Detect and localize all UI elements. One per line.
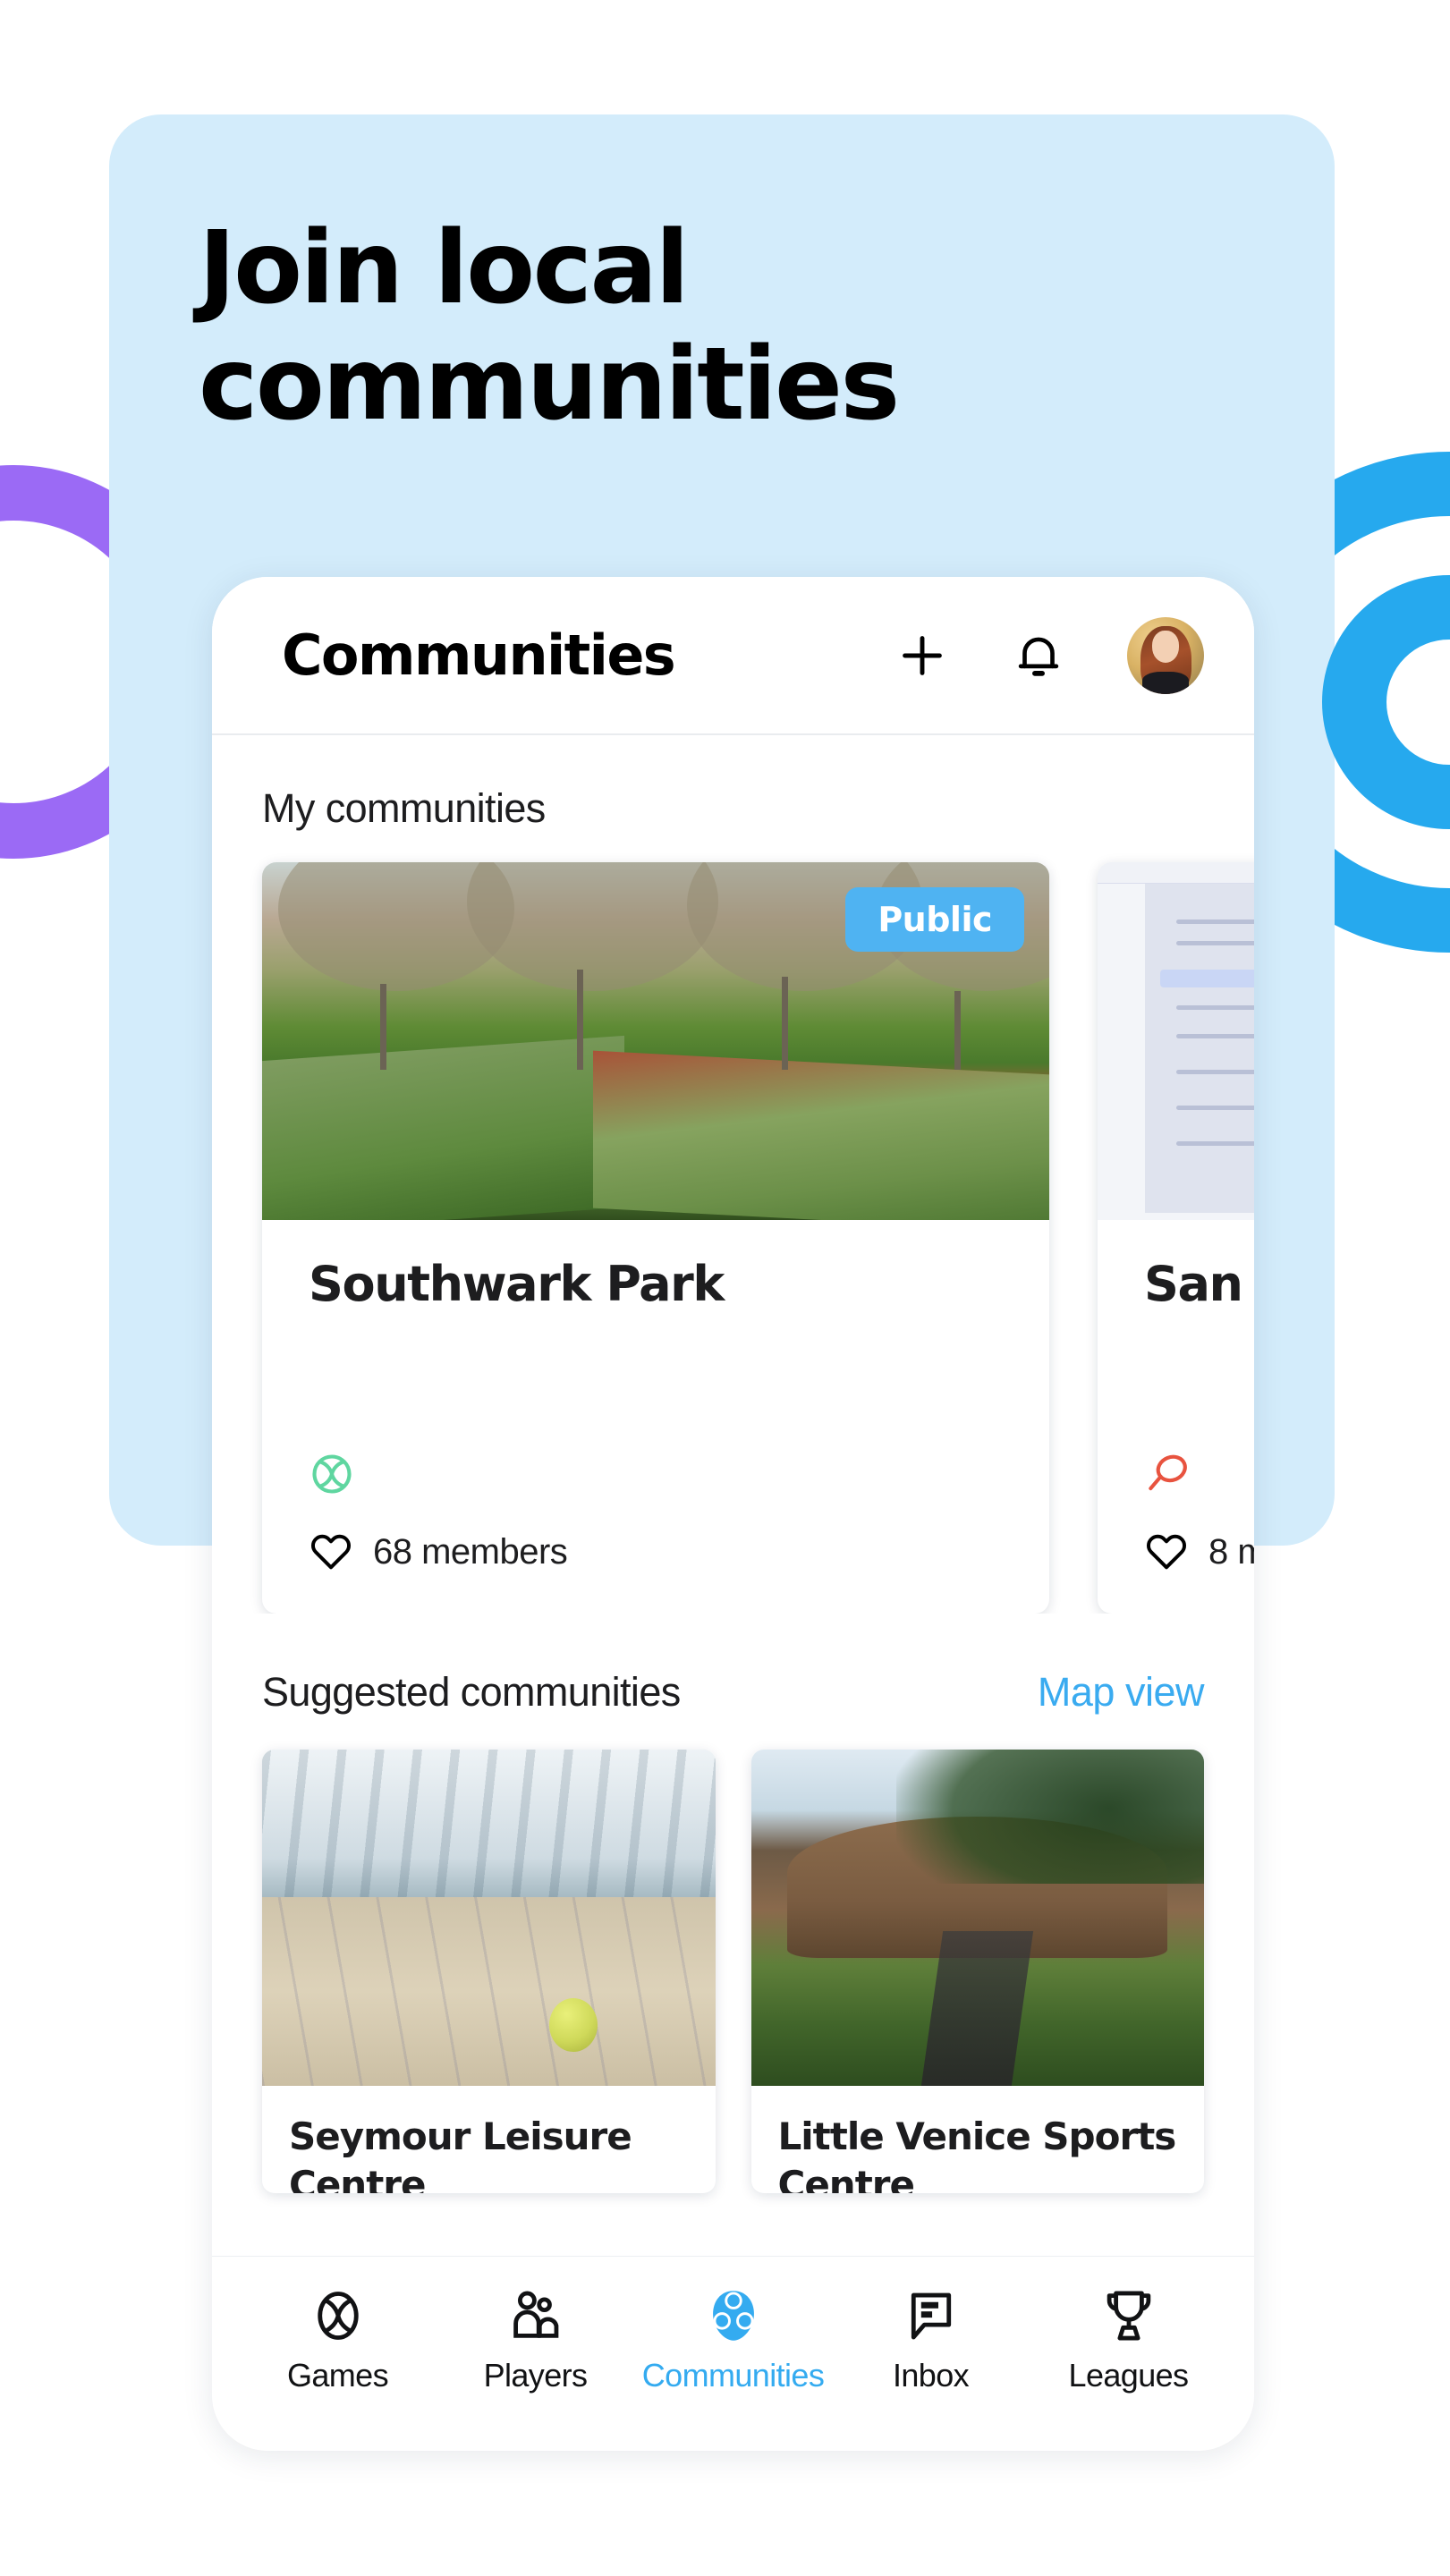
hero-title-line-2: communities bbox=[199, 326, 900, 443]
my-communities-title: My communities bbox=[262, 785, 546, 831]
member-count: 8 m bbox=[1208, 1531, 1254, 1572]
screenshot-line bbox=[1176, 1034, 1254, 1038]
trophy-icon bbox=[1107, 2291, 1150, 2341]
screenshot-highlight bbox=[1160, 970, 1254, 987]
tree-trunk bbox=[380, 984, 386, 1070]
app-body: My communities Public Southwark Park 68 … bbox=[212, 785, 1254, 2193]
people-icon bbox=[513, 2291, 558, 2338]
community-card-image bbox=[1098, 862, 1254, 1220]
screenshot-topbar bbox=[1098, 862, 1254, 884]
header-actions bbox=[895, 616, 1204, 694]
suggested-communities-grid: Seymour Leisure Centre Little Venice Spo… bbox=[212, 1716, 1254, 2193]
hero-title-line-1: Join local bbox=[199, 210, 690, 326]
community-name: San bbox=[1144, 1256, 1243, 1312]
community-card-body: Southwark Park 68 members bbox=[262, 1220, 1049, 1614]
tree-canopy bbox=[895, 1750, 1204, 1885]
nav-label: Communities bbox=[641, 2357, 825, 2394]
suggested-community-name: Seymour Leisure Centre bbox=[289, 2114, 632, 2193]
my-communities-header: My communities bbox=[212, 785, 1254, 832]
nav-label: Leagues bbox=[1068, 2357, 1190, 2394]
nav-item-games[interactable]: Games bbox=[239, 2287, 437, 2394]
avatar[interactable] bbox=[1127, 616, 1204, 694]
suggested-communities-header: Suggested communities Map view bbox=[212, 1669, 1254, 1716]
suggested-communities-title: Suggested communities bbox=[262, 1669, 681, 1715]
notifications-button[interactable] bbox=[1011, 628, 1066, 683]
nav-label: Inbox bbox=[892, 2357, 970, 2394]
nav-label: Games bbox=[286, 2357, 389, 2394]
phone-mockup: Communities My communities Public Southw… bbox=[212, 577, 1254, 2451]
suggested-card-image bbox=[750, 1750, 1204, 2086]
tree-canopy bbox=[466, 862, 719, 991]
screenshot-line bbox=[1176, 941, 1254, 945]
chat-bubble-icon bbox=[911, 2292, 951, 2340]
nav-item-players[interactable]: Players bbox=[437, 2287, 634, 2394]
nav-label: Players bbox=[483, 2357, 588, 2394]
heart-icon[interactable] bbox=[309, 1530, 353, 1574]
table-tennis-paddle-icon bbox=[1149, 1454, 1187, 1491]
screenshot-sidebar bbox=[1144, 884, 1254, 1213]
members-row: 8 m bbox=[1144, 1530, 1254, 1574]
members-row: 68 members bbox=[309, 1530, 1003, 1574]
tree-trunk bbox=[954, 991, 962, 1070]
page-title: Communities bbox=[282, 623, 676, 688]
community-meta: 68 members bbox=[309, 1451, 1003, 1574]
heart-icon[interactable] bbox=[1144, 1530, 1189, 1574]
suggested-card-body: Seymour Leisure Centre bbox=[262, 2086, 716, 2193]
tree-trunk bbox=[781, 977, 788, 1070]
screenshot-line bbox=[1176, 1106, 1254, 1110]
my-communities-carousel[interactable]: Public Southwark Park 68 members San 8 m bbox=[212, 832, 1254, 1614]
community-icon bbox=[712, 2291, 754, 2341]
plus-icon bbox=[903, 635, 942, 675]
bottom-navigation: Games Players Communities Inbox Leagues bbox=[212, 2256, 1254, 2451]
add-community-button[interactable] bbox=[895, 628, 950, 683]
status-badge: Public bbox=[845, 887, 1024, 952]
tennis-ball-object bbox=[548, 1998, 598, 2053]
bell-icon bbox=[1018, 637, 1059, 676]
suggested-card-image bbox=[262, 1750, 716, 2086]
suggested-card[interactable]: Seymour Leisure Centre bbox=[262, 1750, 716, 2193]
suggested-card[interactable]: Little Venice Sports Centre bbox=[750, 1750, 1205, 2193]
suggested-community-name: Little Venice Sports Centre bbox=[777, 2114, 1177, 2193]
member-count: 68 members bbox=[373, 1531, 568, 1572]
community-meta: 8 m bbox=[1144, 1451, 1254, 1574]
nav-item-communities[interactable]: Communities bbox=[634, 2287, 832, 2394]
app-header: Communities bbox=[212, 577, 1254, 735]
nav-item-inbox[interactable]: Inbox bbox=[832, 2287, 1030, 2394]
community-card-body: San 8 m bbox=[1098, 1220, 1254, 1614]
avatar-body bbox=[1142, 672, 1189, 694]
screenshot-line bbox=[1176, 1141, 1254, 1146]
community-card[interactable]: Public Southwark Park 68 members bbox=[262, 862, 1049, 1614]
screenshot-line bbox=[1176, 1005, 1254, 1010]
nav-item-leagues[interactable]: Leagues bbox=[1030, 2287, 1227, 2394]
tennis-ball-icon bbox=[317, 2292, 359, 2340]
screenshot-line bbox=[1176, 1070, 1254, 1074]
tree-trunk bbox=[577, 970, 583, 1070]
screenshot-line bbox=[1176, 919, 1254, 924]
tennis-ball-icon bbox=[312, 1454, 352, 1494]
community-card-image: Public bbox=[262, 862, 1049, 1220]
community-name: Southwark Park bbox=[309, 1256, 725, 1312]
hero-title: Join local communities bbox=[199, 210, 1183, 444]
promo-screenshot: Join local communities Communities My co… bbox=[0, 0, 1450, 2576]
map-view-link[interactable]: Map view bbox=[1038, 1669, 1205, 1716]
suggested-card-body: Little Venice Sports Centre bbox=[751, 2086, 1205, 2193]
community-card[interactable]: San 8 m bbox=[1098, 862, 1254, 1614]
